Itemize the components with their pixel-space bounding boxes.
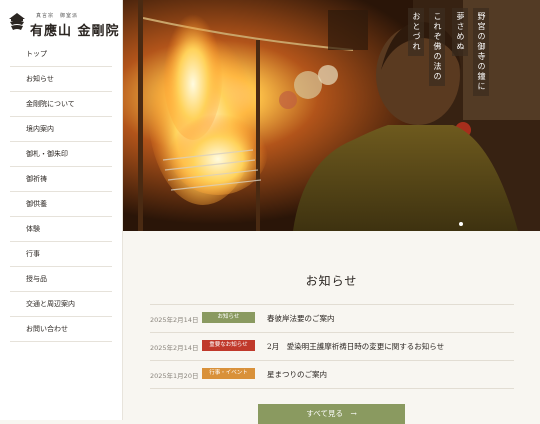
- nav-item-charms[interactable]: 授与品: [10, 267, 112, 292]
- hero-poem-line-1: 野宮の御寺の鐘に: [473, 8, 489, 96]
- sidebar: 真言宗 御室派 有應山 金剛院 トップ お知らせ 金剛院について 境内案内 御札…: [0, 0, 123, 420]
- nav-item-label: 体験: [26, 225, 40, 233]
- news-date: 2025年2月14日: [150, 316, 199, 324]
- nav-item-label: 御札・御朱印: [26, 150, 68, 158]
- news-date: 2025年1月20日: [150, 372, 199, 380]
- news-title[interactable]: 春彼岸法要のご案内: [267, 313, 335, 324]
- nav-item-about[interactable]: 金剛院について: [10, 92, 112, 117]
- carousel-dot[interactable]: [459, 222, 463, 226]
- nav-item-events[interactable]: 行事: [10, 242, 112, 267]
- news-category-badge: 行事・イベント: [202, 368, 255, 379]
- hero-poem-line-3: これぞ佛の法の: [429, 8, 445, 86]
- nav-item-experience[interactable]: 体験: [10, 217, 112, 242]
- nav-item-label: 授与品: [26, 275, 47, 283]
- nav-item-amulets-goshuin[interactable]: 御札・御朱印: [10, 142, 112, 167]
- nav-item-label: お問い合わせ: [26, 325, 68, 333]
- news-date: 2025年2月14日: [150, 344, 199, 352]
- news-list: 2025年2月14日 お知らせ 春彼岸法要のご案内 2025年2月14日 重要な…: [150, 304, 514, 389]
- news-item[interactable]: 2025年2月14日 お知らせ 春彼岸法要のご案内: [150, 304, 514, 333]
- nav-item-label: 金剛院について: [26, 100, 75, 108]
- logo-subtitle: 真言宗 御室派: [36, 13, 79, 19]
- nav-item-label: お知らせ: [26, 75, 54, 83]
- news-category-badge: お知らせ: [202, 312, 255, 323]
- news-item[interactable]: 2025年1月20日 行事・イベント 星まつりのご案内: [150, 361, 514, 389]
- nav-item-label: 境内案内: [26, 125, 54, 133]
- nav-item-contact[interactable]: お問い合わせ: [10, 317, 112, 342]
- news-title[interactable]: 星まつりのご案内: [267, 369, 327, 380]
- news-category-badge: 重要なお知らせ: [202, 340, 255, 351]
- nav-item-label: 御供養: [26, 200, 47, 208]
- hero-poem-line-2: 夢さめぬ: [452, 8, 468, 56]
- nav-item-label: 交通と周辺案内: [26, 300, 75, 308]
- section-title: お知らせ: [305, 274, 358, 288]
- nav-item-top[interactable]: トップ: [10, 42, 112, 67]
- view-all-button[interactable]: すべて見る →: [258, 404, 405, 424]
- hero-poem-line-4: おとづれ: [408, 8, 424, 56]
- news-item[interactable]: 2025年2月14日 重要なお知らせ 2月 愛染明王護摩祈祷日時の変更に関するお…: [150, 333, 514, 361]
- site-logo[interactable]: 真言宗 御室派 有應山 金剛院: [8, 9, 119, 39]
- nav-item-news[interactable]: お知らせ: [10, 67, 112, 92]
- hero-image: 野宮の御寺の鐘に 夢さめぬ これぞ佛の法の おとづれ: [123, 0, 540, 231]
- temple-crest-icon: [9, 13, 25, 30]
- news-section: お知らせ 2025年2月14日 お知らせ 春彼岸法要のご案内 2025年2月14…: [123, 231, 540, 424]
- nav-item-label: 行事: [26, 250, 40, 258]
- news-title[interactable]: 2月 愛染明王護摩祈祷日時の変更に関するお知らせ: [267, 341, 444, 352]
- sidebar-nav: トップ お知らせ 金剛院について 境内案内 御札・御朱印 御祈祷 御供養 体験 …: [10, 42, 112, 342]
- nav-item-prayer[interactable]: 御祈祷: [10, 167, 112, 192]
- nav-item-label: トップ: [26, 50, 47, 58]
- nav-item-access[interactable]: 交通と周辺案内: [10, 292, 112, 317]
- logo-title: 有應山 金剛院: [30, 24, 120, 39]
- nav-item-label: 御祈祷: [26, 175, 47, 183]
- nav-item-memorial[interactable]: 御供養: [10, 192, 112, 217]
- nav-item-grounds[interactable]: 境内案内: [10, 117, 112, 142]
